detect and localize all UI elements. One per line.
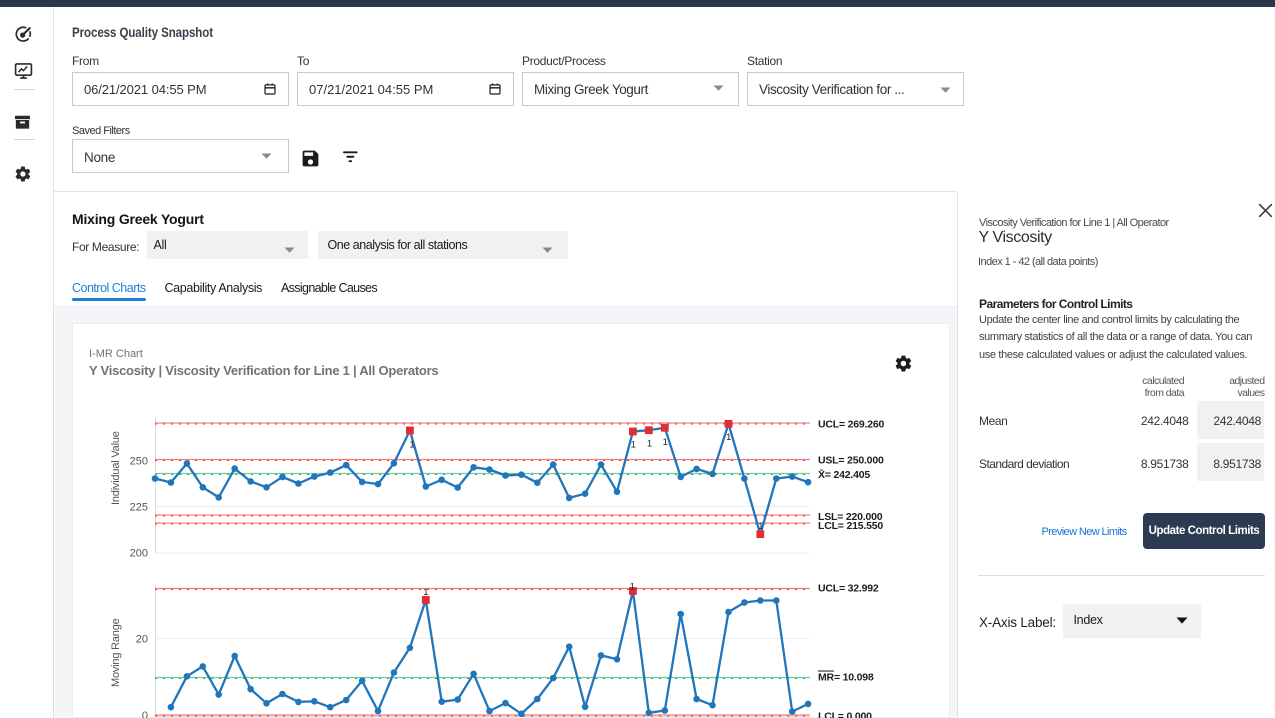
- svg-text:USL= 250.000: USL= 250.000: [818, 455, 884, 467]
- svg-text:1: 1: [423, 587, 428, 598]
- svg-text:1: 1: [758, 521, 763, 532]
- svg-text:1: 1: [726, 432, 731, 443]
- svg-text:1: 1: [663, 437, 668, 448]
- svg-text:225: 225: [130, 502, 148, 514]
- svg-text:Moving Range: Moving Range: [110, 618, 122, 687]
- svg-text:LCL= 0.000: LCL= 0.000: [818, 711, 872, 718]
- svg-text:1: 1: [631, 440, 636, 451]
- svg-text:MR= 10.098: MR= 10.098: [818, 672, 874, 684]
- svg-text:LCL= 215.550: LCL= 215.550: [818, 520, 883, 532]
- svg-text:250: 250: [130, 456, 148, 468]
- svg-text:1: 1: [630, 582, 635, 593]
- svg-text:20: 20: [136, 634, 148, 646]
- svg-text:200: 200: [130, 548, 148, 560]
- svg-text:1: 1: [647, 439, 652, 450]
- svg-text:UCL= 269.260: UCL= 269.260: [818, 419, 885, 431]
- svg-text:Individual Value: Individual Value: [110, 431, 122, 505]
- svg-text:1: 1: [409, 440, 414, 451]
- svg-text:UCL= 32.992: UCL= 32.992: [818, 583, 879, 595]
- svg-text:X̄= 242.405: X̄= 242.405: [818, 469, 870, 481]
- svg-text:0: 0: [142, 710, 148, 718]
